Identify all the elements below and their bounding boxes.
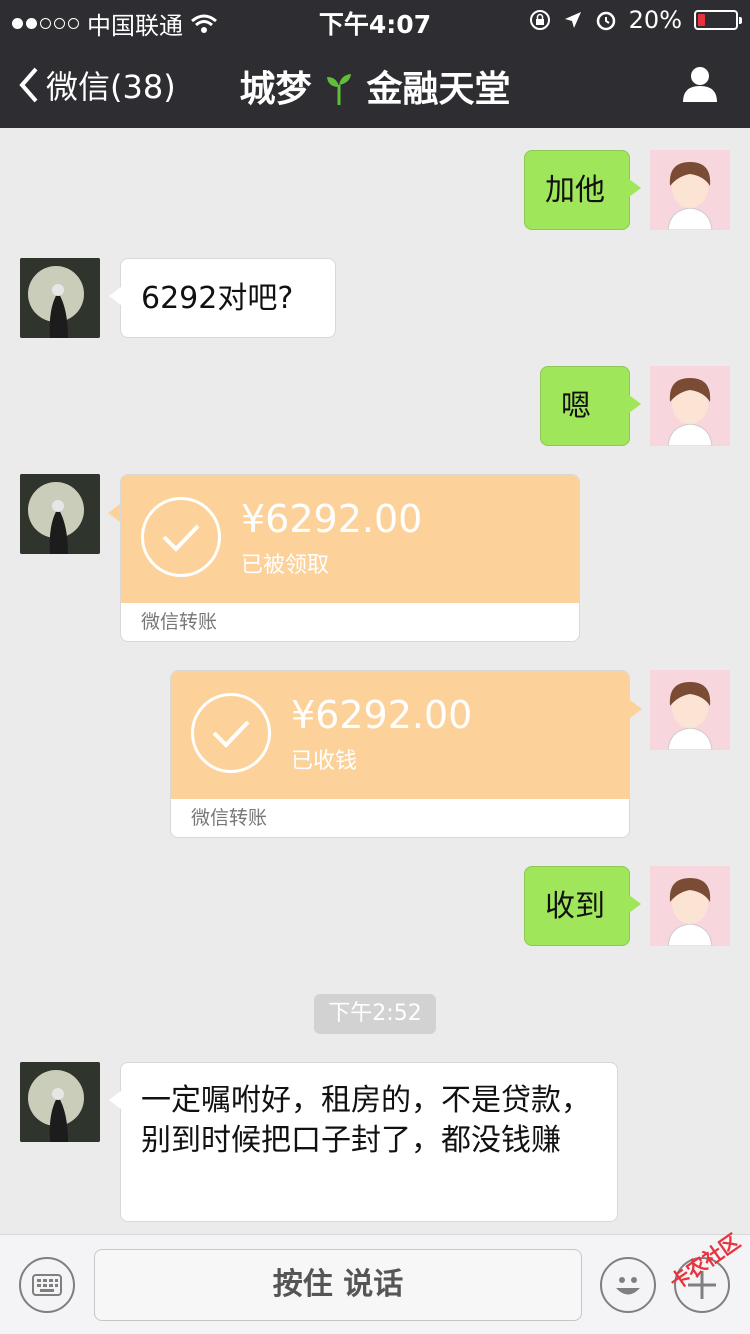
rotation-lock-icon xyxy=(529,10,550,30)
transfer-status: 已被领取 xyxy=(241,553,330,578)
transfer-card-sent[interactable]: ¥6292.00 已收钱 微信转账 xyxy=(170,670,630,838)
boy-avatar-icon xyxy=(650,670,730,750)
transfer-footer: 微信转账 xyxy=(191,807,268,829)
my-avatar[interactable] xyxy=(650,150,730,230)
boy-avatar-icon xyxy=(650,866,730,946)
message-text: 一定嘱咐好，租房的，不是贷款，别到时候把口子封了，都没钱赚 xyxy=(141,1083,591,1158)
battery-level xyxy=(698,14,705,26)
title-part-1: 城梦 xyxy=(239,69,312,110)
message-text: 嗯 xyxy=(561,389,591,424)
transfer-footer: 微信转账 xyxy=(141,611,218,633)
status-bar: 中国联通 下午4:07 20% xyxy=(0,0,750,40)
smiley-icon xyxy=(616,1277,640,1295)
contact-avatar[interactable] xyxy=(20,258,100,338)
message-text: 收到 xyxy=(545,889,605,924)
boy-avatar-icon xyxy=(650,366,730,446)
bubble-tail xyxy=(630,700,642,718)
contact-avatar[interactable] xyxy=(20,1062,100,1142)
transfer-card-body: ¥6292.00 已收钱 xyxy=(171,671,629,799)
message-bubble-sent[interactable]: 嗯 xyxy=(540,366,641,446)
person-icon xyxy=(683,67,717,102)
bubble-tail xyxy=(108,504,120,522)
message-timestamp: 下午2:52 xyxy=(314,994,436,1034)
battery-icon xyxy=(694,10,742,30)
message-text: 加他 xyxy=(545,173,605,208)
emoji-button[interactable] xyxy=(600,1257,656,1313)
sprout-icon xyxy=(327,74,351,105)
title-part-2: 金融天堂 xyxy=(366,69,511,110)
keyboard-icon xyxy=(32,1274,62,1296)
boy-avatar-icon xyxy=(650,150,730,230)
message-text: 6292对吧? xyxy=(141,281,294,316)
transfer-amount: ¥6292.00 xyxy=(291,693,473,737)
chat-info-button[interactable] xyxy=(680,64,720,108)
transfer-amount: ¥6292.00 xyxy=(241,497,423,541)
transfer-card-received[interactable]: ¥6292.00 已被领取 微信转账 xyxy=(120,474,580,642)
nav-bar: 微信(38) 城梦 金融天堂 xyxy=(0,40,750,128)
moon-figure-avatar-icon xyxy=(20,1062,100,1142)
message-bubble-sent[interactable]: 加他 xyxy=(524,150,641,230)
chat-title: 城梦 金融天堂 xyxy=(0,60,750,112)
keyboard-toggle-button[interactable] xyxy=(19,1257,75,1313)
transfer-card-body: ¥6292.00 已被领取 xyxy=(121,475,579,603)
location-icon xyxy=(564,12,581,28)
moon-figure-avatar-icon xyxy=(20,474,100,554)
message-bubble-received[interactable]: 一定嘱咐好，租房的，不是贷款，别到时候把口子封了，都没钱赚 xyxy=(109,1062,618,1222)
message-bubble-received[interactable]: 6292对吧? xyxy=(109,258,336,338)
transfer-status: 已收钱 xyxy=(291,749,358,774)
input-bar: 按住 说话 xyxy=(0,1234,750,1334)
status-right: 20% xyxy=(529,6,742,34)
battery-percent: 20% xyxy=(628,6,682,34)
alarm-icon xyxy=(596,11,615,31)
contact-avatar[interactable] xyxy=(20,474,100,554)
moon-figure-avatar-icon xyxy=(20,258,100,338)
message-bubble-sent[interactable]: 收到 xyxy=(524,866,641,946)
check-circle-icon xyxy=(141,497,221,577)
hold-to-talk-button[interactable]: 按住 说话 xyxy=(94,1249,582,1321)
my-avatar[interactable] xyxy=(650,866,730,946)
my-avatar[interactable] xyxy=(650,670,730,750)
check-circle-icon xyxy=(191,693,271,773)
chat-area: 加他 6292对吧? 嗯 ¥6292.00 已被领取 微信转账 ¥6292.00… xyxy=(0,128,750,1234)
my-avatar[interactable] xyxy=(650,366,730,446)
